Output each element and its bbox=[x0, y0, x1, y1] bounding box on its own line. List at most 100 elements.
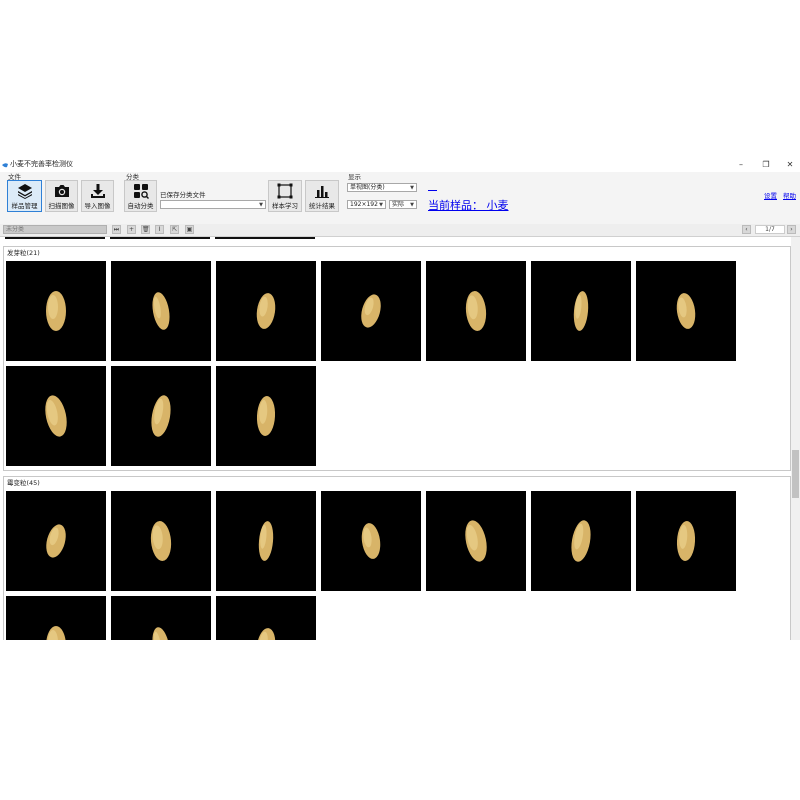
settings-link[interactable]: 设置 bbox=[764, 190, 777, 200]
display-group-label: 显示 bbox=[348, 173, 361, 181]
title-bar: 小麦不完善率检测仪 – ❐ ✕ bbox=[0, 158, 800, 172]
add-icon[interactable]: + bbox=[127, 225, 136, 234]
wheat-kernel-image bbox=[465, 291, 487, 331]
kernel-thumbnail[interactable] bbox=[216, 596, 316, 640]
kernel-thumbnail[interactable] bbox=[636, 491, 736, 591]
category-toolbar: 未分类 ⏭ + 🗑 I ⇱ ▣ ‹ 1/7 › bbox=[0, 224, 800, 237]
wheat-kernel-image bbox=[258, 521, 274, 561]
ribbon-toolbar: 文件 样品管理 扫描图像 导入图像 分类 自动分类 已保存分类文件 ▼ 样本学习… bbox=[0, 172, 800, 225]
kernel-thumbnail[interactable] bbox=[6, 596, 106, 640]
kernel-thumbnail[interactable] bbox=[531, 261, 631, 361]
kernel-thumbnail[interactable] bbox=[216, 491, 316, 591]
skip-end-icon[interactable]: ⏭ bbox=[112, 225, 121, 234]
view-mode-value: 单视图(分类) bbox=[350, 184, 385, 191]
import-image-label: 导入图像 bbox=[84, 202, 111, 210]
kernel-thumbnail[interactable] bbox=[216, 366, 316, 466]
wheat-kernel-image bbox=[46, 291, 66, 331]
kernel-thumbnail[interactable] bbox=[531, 491, 631, 591]
scale-value: 实际 bbox=[392, 201, 405, 208]
download-icon bbox=[90, 184, 105, 198]
minimize-button[interactable]: – bbox=[731, 159, 751, 171]
stats-result-button[interactable]: 统计结果 bbox=[305, 180, 339, 212]
group-title: 霉变粒(45) bbox=[7, 479, 40, 487]
export-icon[interactable]: ⇱ bbox=[170, 225, 179, 234]
wheat-kernel-image bbox=[150, 521, 172, 561]
kernel-thumbnail[interactable] bbox=[426, 261, 526, 361]
wheat-kernel-image bbox=[256, 293, 276, 329]
wheat-kernel-image bbox=[571, 520, 591, 562]
close-button[interactable]: ✕ bbox=[780, 159, 800, 171]
sample-manage-label: 样品管理 bbox=[11, 202, 38, 210]
wheat-kernel-image bbox=[256, 396, 276, 436]
app-logo-icon bbox=[2, 163, 8, 168]
category-input[interactable]: 未分类 bbox=[3, 225, 107, 234]
text-cursor-icon[interactable]: I bbox=[155, 225, 164, 234]
category-group-germinated: 发芽粒(21) bbox=[3, 246, 791, 471]
wheat-kernel-image bbox=[46, 524, 66, 558]
wheat-kernel-image bbox=[361, 294, 381, 328]
wheat-kernel-image bbox=[256, 628, 276, 640]
wheat-kernel-image bbox=[676, 521, 696, 561]
restore-button[interactable]: ❐ bbox=[756, 159, 776, 171]
wheat-kernel-image bbox=[573, 291, 589, 331]
help-link[interactable]: 帮助 bbox=[783, 190, 796, 200]
sample-learning-label: 样本学习 bbox=[272, 202, 298, 210]
selection-frame-icon bbox=[277, 183, 293, 199]
next-page-button[interactable]: › bbox=[787, 225, 796, 234]
auto-classify-label: 自动分类 bbox=[127, 202, 154, 210]
image-gallery: 发芽粒(21) 霉变粒(45) bbox=[0, 237, 791, 640]
app-window: 小麦不完善率检测仪 – ❐ ✕ 文件 样品管理 扫描图像 导入图像 分类 自动分… bbox=[0, 158, 800, 640]
wheat-kernel-image bbox=[45, 395, 67, 437]
chevron-down-icon: ▼ bbox=[379, 202, 383, 208]
chevron-down-icon: ▼ bbox=[259, 202, 263, 208]
page-indicator: 1/7 bbox=[755, 225, 785, 234]
saved-files-label: 已保存分类文件 bbox=[160, 191, 206, 199]
stats-result-label: 统计结果 bbox=[309, 202, 335, 210]
wheat-kernel-image bbox=[151, 395, 171, 437]
size-value: 192×192 bbox=[350, 201, 378, 208]
camera-icon bbox=[54, 185, 69, 197]
import-image-button[interactable]: 导入图像 bbox=[81, 180, 114, 212]
wheat-kernel-image bbox=[361, 523, 381, 559]
kernel-thumbnail[interactable] bbox=[111, 491, 211, 591]
vertical-scrollbar[interactable] bbox=[791, 237, 800, 640]
current-sample-link[interactable]: 当前样品： 小麦 bbox=[428, 197, 509, 213]
scan-image-label: 扫描图像 bbox=[48, 202, 75, 210]
wheat-kernel-image bbox=[152, 627, 170, 640]
saved-files-select[interactable]: ▼ bbox=[160, 200, 266, 209]
kernel-thumbnail[interactable] bbox=[111, 596, 211, 640]
kernel-thumbnail[interactable] bbox=[216, 261, 316, 361]
wheat-kernel-image bbox=[46, 626, 66, 640]
group-title: 发芽粒(21) bbox=[7, 249, 40, 257]
kernel-thumbnail[interactable] bbox=[636, 261, 736, 361]
scrollbar-thumb[interactable] bbox=[792, 450, 799, 498]
thumbnail-partial bbox=[110, 237, 210, 239]
sample-learning-button[interactable]: 样本学习 bbox=[268, 180, 302, 212]
kernel-thumbnail[interactable] bbox=[111, 366, 211, 466]
chevron-down-icon: ▼ bbox=[410, 185, 414, 191]
scan-image-button[interactable]: 扫描图像 bbox=[45, 180, 78, 212]
view-mode-select[interactable]: 单视图(分类) ▼ bbox=[347, 183, 417, 192]
kernel-thumbnail[interactable] bbox=[111, 261, 211, 361]
image-icon[interactable]: ▣ bbox=[185, 225, 194, 234]
kernel-thumbnail[interactable] bbox=[6, 261, 106, 361]
kernel-thumbnail[interactable] bbox=[321, 261, 421, 361]
grid-search-icon bbox=[133, 184, 149, 199]
thumbnail-partial bbox=[5, 237, 105, 239]
auto-classify-button[interactable]: 自动分类 bbox=[124, 180, 157, 212]
category-group-moldy: 霉变粒(45) bbox=[3, 476, 791, 640]
kernel-thumbnail[interactable] bbox=[6, 366, 106, 466]
bar-chart-icon bbox=[315, 186, 329, 198]
wheat-kernel-image bbox=[152, 292, 170, 330]
delete-icon[interactable]: 🗑 bbox=[141, 225, 150, 234]
kernel-thumbnail[interactable] bbox=[426, 491, 526, 591]
thumbnail-partial bbox=[215, 237, 315, 239]
prev-page-button[interactable]: ‹ bbox=[742, 225, 751, 234]
small-link[interactable] bbox=[428, 190, 437, 191]
layers-icon bbox=[17, 184, 32, 199]
kernel-thumbnail[interactable] bbox=[6, 491, 106, 591]
sample-manage-button[interactable]: 样品管理 bbox=[7, 180, 42, 212]
scale-select[interactable]: 实际 ▼ bbox=[389, 200, 417, 209]
kernel-thumbnail[interactable] bbox=[321, 491, 421, 591]
size-select[interactable]: 192×192 ▼ bbox=[347, 200, 386, 209]
